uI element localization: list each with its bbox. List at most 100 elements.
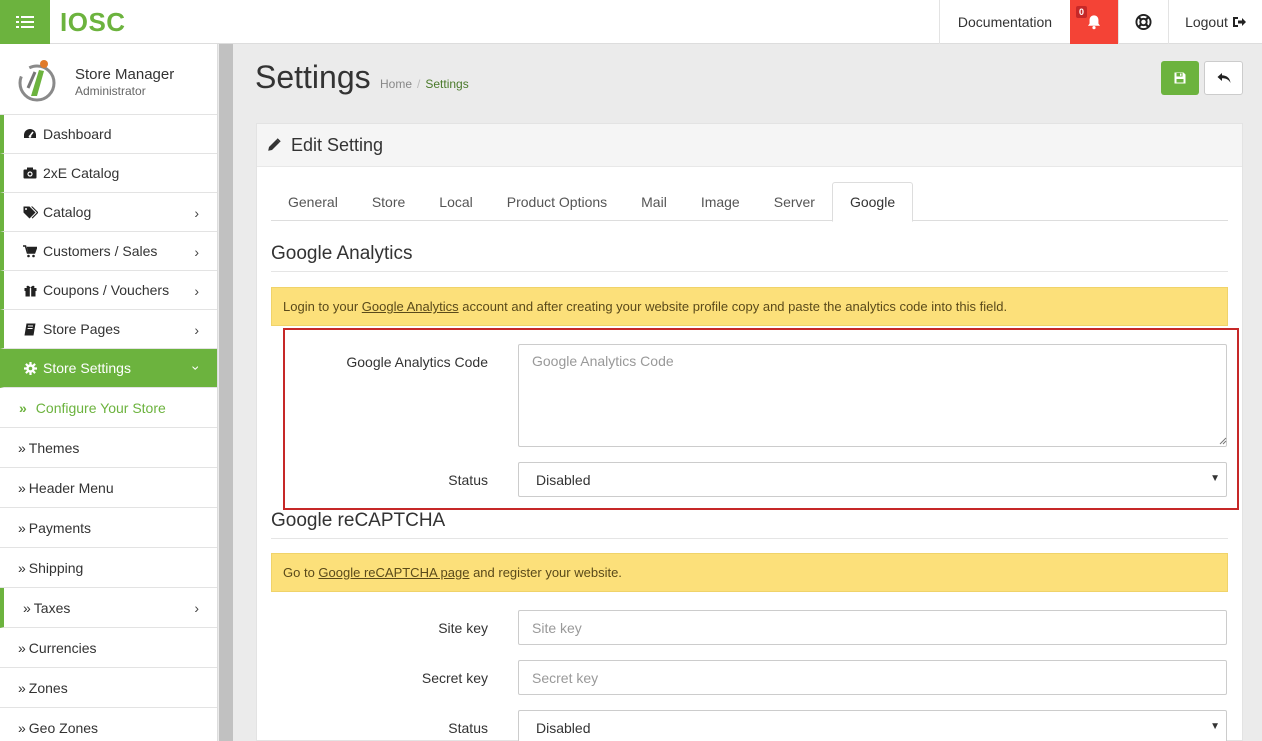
caret-down-icon: ▼ xyxy=(1210,473,1220,484)
chevron-right-icon: › xyxy=(194,322,199,338)
sidebar-item-label: Geo Zones xyxy=(28,719,99,736)
hamburger-icon xyxy=(16,16,34,28)
sidebar-item-customers-sales[interactable]: Customers / Sales › xyxy=(0,232,217,271)
brand-logo[interactable]: IOSC xyxy=(60,7,126,38)
sidebar-item-store-settings[interactable]: Store Settings › xyxy=(0,349,217,388)
help-button[interactable] xyxy=(1118,0,1168,44)
double-chevron-icon: » xyxy=(18,719,26,736)
breadcrumb-current[interactable]: Settings xyxy=(425,77,468,91)
sidebar-item-label: Payments xyxy=(28,519,92,536)
tab-mail[interactable]: Mail xyxy=(624,182,684,221)
notifications-button[interactable]: 0 xyxy=(1070,0,1118,44)
chevron-right-icon: › xyxy=(194,283,199,299)
save-button[interactable] xyxy=(1161,61,1199,95)
tab-server[interactable]: Server xyxy=(757,182,832,221)
recaptcha-status-select[interactable]: Disabled ▼ xyxy=(518,710,1227,741)
chevron-right-icon: › xyxy=(194,244,199,260)
secret-key-input[interactable]: Secret key xyxy=(518,660,1227,695)
sidebar-subitem-configure-your-store[interactable]: » Configure Your Store xyxy=(0,388,217,428)
sidebar-item-coupons-vouchers[interactable]: Coupons / Vouchers › xyxy=(0,271,217,310)
tab-image[interactable]: Image xyxy=(684,182,757,221)
sign-out-icon xyxy=(1232,17,1246,27)
pencil-icon xyxy=(267,138,281,152)
page-title: Settings xyxy=(255,59,371,95)
gift-icon xyxy=(22,284,38,297)
select-value: Disabled xyxy=(536,471,591,488)
alert-text: and register your website. xyxy=(469,565,622,580)
analytics-status-label: Status xyxy=(448,472,488,488)
sidebar-item-label: Zones xyxy=(28,679,68,696)
chevron-down-icon: › xyxy=(188,365,205,371)
tab-google[interactable]: Google xyxy=(831,182,914,222)
menu-toggle-button[interactable] xyxy=(0,0,50,44)
breadcrumb: Home / Settings xyxy=(380,77,469,91)
sidebar-subitem-payments[interactable]: » Payments xyxy=(0,508,217,548)
logout-link[interactable]: Logout xyxy=(1168,0,1262,44)
panel-title: Edit Setting xyxy=(291,134,384,155)
sidebar-subitem-themes[interactable]: » Themes xyxy=(0,428,217,468)
tab-store[interactable]: Store xyxy=(355,182,422,221)
settings-tabs: General Store Local Product Options Mail… xyxy=(271,182,1228,222)
breadcrumb-home-link[interactable]: Home xyxy=(380,77,412,91)
reply-icon xyxy=(1217,73,1230,83)
select-value: Disabled xyxy=(536,719,591,736)
double-chevron-icon: » xyxy=(23,599,31,616)
sidebar-subitem-shipping[interactable]: » Shipping xyxy=(0,548,217,588)
life-ring-icon xyxy=(1135,13,1152,31)
tab-general[interactable]: General xyxy=(271,182,355,221)
user-profile[interactable]: Store Manager Administrator xyxy=(0,44,217,115)
dashboard-icon xyxy=(22,128,38,141)
save-icon xyxy=(1174,72,1186,84)
sidebar-item-label: Configure Your Store xyxy=(35,399,166,416)
google-analytics-section-title: Google Analytics xyxy=(271,243,1228,272)
chevron-right-icon: › xyxy=(194,205,199,221)
sidebar-item-label: Catalog xyxy=(43,204,92,220)
google-recaptcha-section-title: Google reCAPTCHA xyxy=(271,510,1228,539)
cart-icon xyxy=(22,244,38,258)
sidebar-item-label: Themes xyxy=(28,439,80,456)
secret-key-label: Secret key xyxy=(421,670,488,686)
book-icon xyxy=(22,323,38,336)
sidebar-subitem-currencies[interactable]: » Currencies xyxy=(0,628,217,668)
top-navbar: IOSC Documentation 0 Logout xyxy=(0,0,1262,44)
double-chevron-icon: » xyxy=(19,399,27,416)
analytics-status-select[interactable]: Disabled ▼ xyxy=(518,462,1227,497)
sidebar-item-store-pages[interactable]: Store Pages › xyxy=(0,310,217,349)
user-role: Administrator xyxy=(75,84,146,98)
user-name: Store Manager xyxy=(75,66,175,83)
sidebar-item-label: Store Settings xyxy=(43,360,131,376)
sidebar-item-label: 2xE Catalog xyxy=(43,165,120,181)
sidebar-item-dashboard[interactable]: Dashboard xyxy=(0,115,217,154)
tab-local[interactable]: Local xyxy=(422,182,489,221)
google-recaptcha-link[interactable]: Google reCAPTCHA page xyxy=(318,565,469,580)
sidebar-subitem-header-menu[interactable]: » Header Menu xyxy=(0,468,217,508)
double-chevron-icon: » xyxy=(18,479,26,496)
resize-handle-icon[interactable] xyxy=(1219,437,1227,445)
alert-text: Login to your xyxy=(283,299,362,314)
sidebar-item-label: Taxes xyxy=(33,599,71,616)
google-analytics-link[interactable]: Google Analytics xyxy=(362,299,459,314)
sidebar-item-2xe-catalog[interactable]: 2xE Catalog xyxy=(0,154,217,193)
sidebar-item-label: Shipping xyxy=(28,559,84,576)
tags-icon xyxy=(22,206,38,219)
sidebar-scrollbar[interactable] xyxy=(219,44,233,741)
panel-header: Edit Setting xyxy=(257,124,1242,167)
edit-setting-panel: Edit Setting General Store Local Product… xyxy=(256,123,1243,741)
documentation-link[interactable]: Documentation xyxy=(939,0,1070,44)
site-key-label: Site key xyxy=(438,620,488,636)
sidebar-item-catalog[interactable]: Catalog › xyxy=(0,193,217,232)
analytics-code-textarea[interactable]: Google Analytics Code xyxy=(518,344,1227,447)
notification-count-badge: 0 xyxy=(1076,6,1088,18)
double-chevron-icon: » xyxy=(18,519,26,536)
double-chevron-icon: » xyxy=(18,559,26,576)
sidebar-item-label: Dashboard xyxy=(43,126,112,142)
google-analytics-alert: Login to your Google Analytics account a… xyxy=(271,287,1228,326)
tab-product-options[interactable]: Product Options xyxy=(490,182,624,221)
sidebar-subitem-geo-zones[interactable]: » Geo Zones xyxy=(0,708,217,741)
chevron-right-icon: › xyxy=(194,600,199,616)
sidebar-subitem-taxes[interactable]: » Taxes › xyxy=(0,588,217,628)
alert-text: Go to xyxy=(283,565,319,580)
back-button[interactable] xyxy=(1204,61,1243,95)
site-key-input[interactable]: Site key xyxy=(518,610,1227,645)
sidebar-subitem-zones[interactable]: » Zones xyxy=(0,668,217,708)
